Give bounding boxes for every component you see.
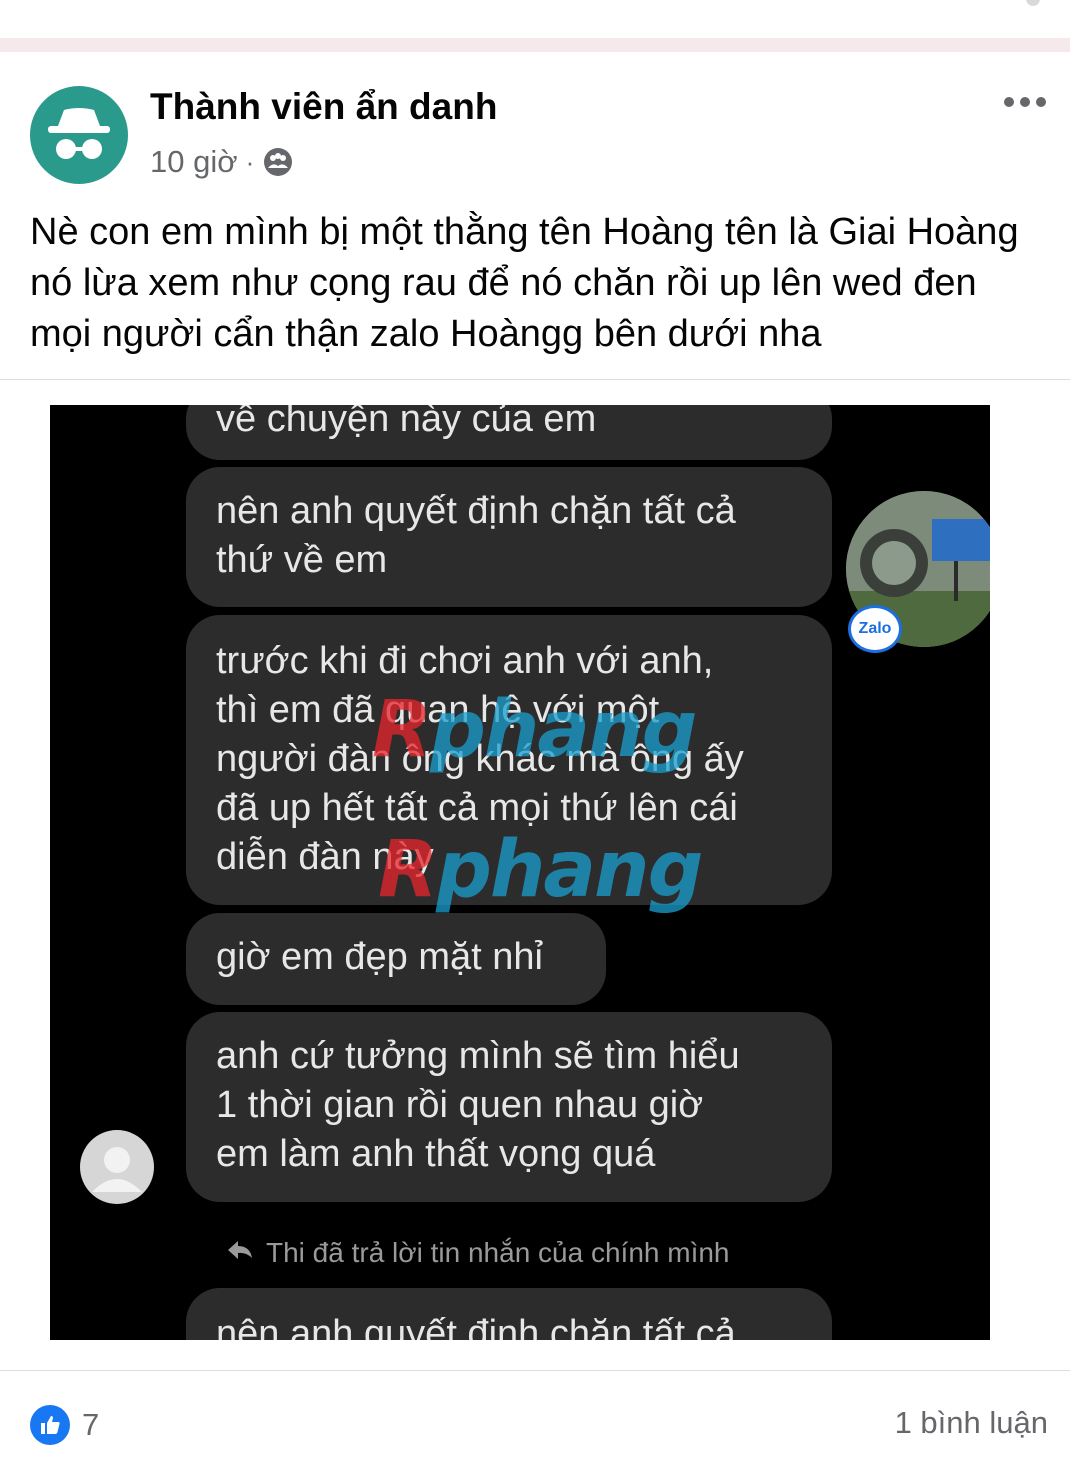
post-text: Nè con em mình bị một thằng tên Hoàng tê…: [30, 211, 1019, 355]
user-placeholder-avatar: [80, 1130, 154, 1204]
like-count: 7: [82, 1407, 100, 1442]
watermark: Rphang: [378, 825, 703, 915]
reply-note: Thi đã trả lời tin nhắn của chính mình: [226, 1237, 730, 1269]
message-bubble: nên anh quyết định chặn tất cả: [186, 1288, 832, 1340]
reply-note-text: Thi đã trả lời tin nhắn của chính mình: [266, 1237, 730, 1268]
like-icon: [30, 1405, 70, 1445]
post-photo[interactable]: về chuyện này của em nên anh quyết định …: [50, 405, 990, 1340]
watermark: Rphang: [372, 685, 697, 775]
post-meta: 10 giờ ·: [150, 144, 294, 180]
reply-arrow-icon: [226, 1237, 254, 1269]
message-bubble: nên anh quyết định chặn tất cả thứ về em: [186, 467, 832, 607]
footer-divider: [0, 1370, 1070, 1371]
anonymous-incognito-icon[interactable]: [30, 86, 128, 184]
content-divider: [0, 379, 1070, 380]
message-bubble: anh cứ tưởng mình sẽ tìm hiểu 1 thời gia…: [186, 1012, 832, 1202]
zalo-badge: Zalo: [848, 605, 902, 653]
feed-divider: [0, 38, 1070, 52]
post-time[interactable]: 10 giờ: [150, 144, 238, 180]
meta-separator: ·: [245, 146, 255, 177]
more-horizontal-icon[interactable]: [1004, 90, 1054, 114]
comment-count[interactable]: 1 bình luận: [895, 1405, 1048, 1441]
author-name[interactable]: Thành viên ẩn danh: [150, 86, 497, 128]
message-bubble: giờ em đẹp mặt nhỉ: [186, 913, 606, 1005]
reaction-summary[interactable]: 7: [30, 1405, 99, 1445]
previous-post-edge: [0, 0, 1070, 38]
group-audience-icon: [262, 146, 294, 178]
previous-post-icon: [1026, 0, 1040, 6]
post-card: Thành viên ẩn danh 10 giờ · Nè con em mì…: [0, 52, 1070, 1478]
message-bubble: về chuyện này của em: [186, 405, 832, 460]
